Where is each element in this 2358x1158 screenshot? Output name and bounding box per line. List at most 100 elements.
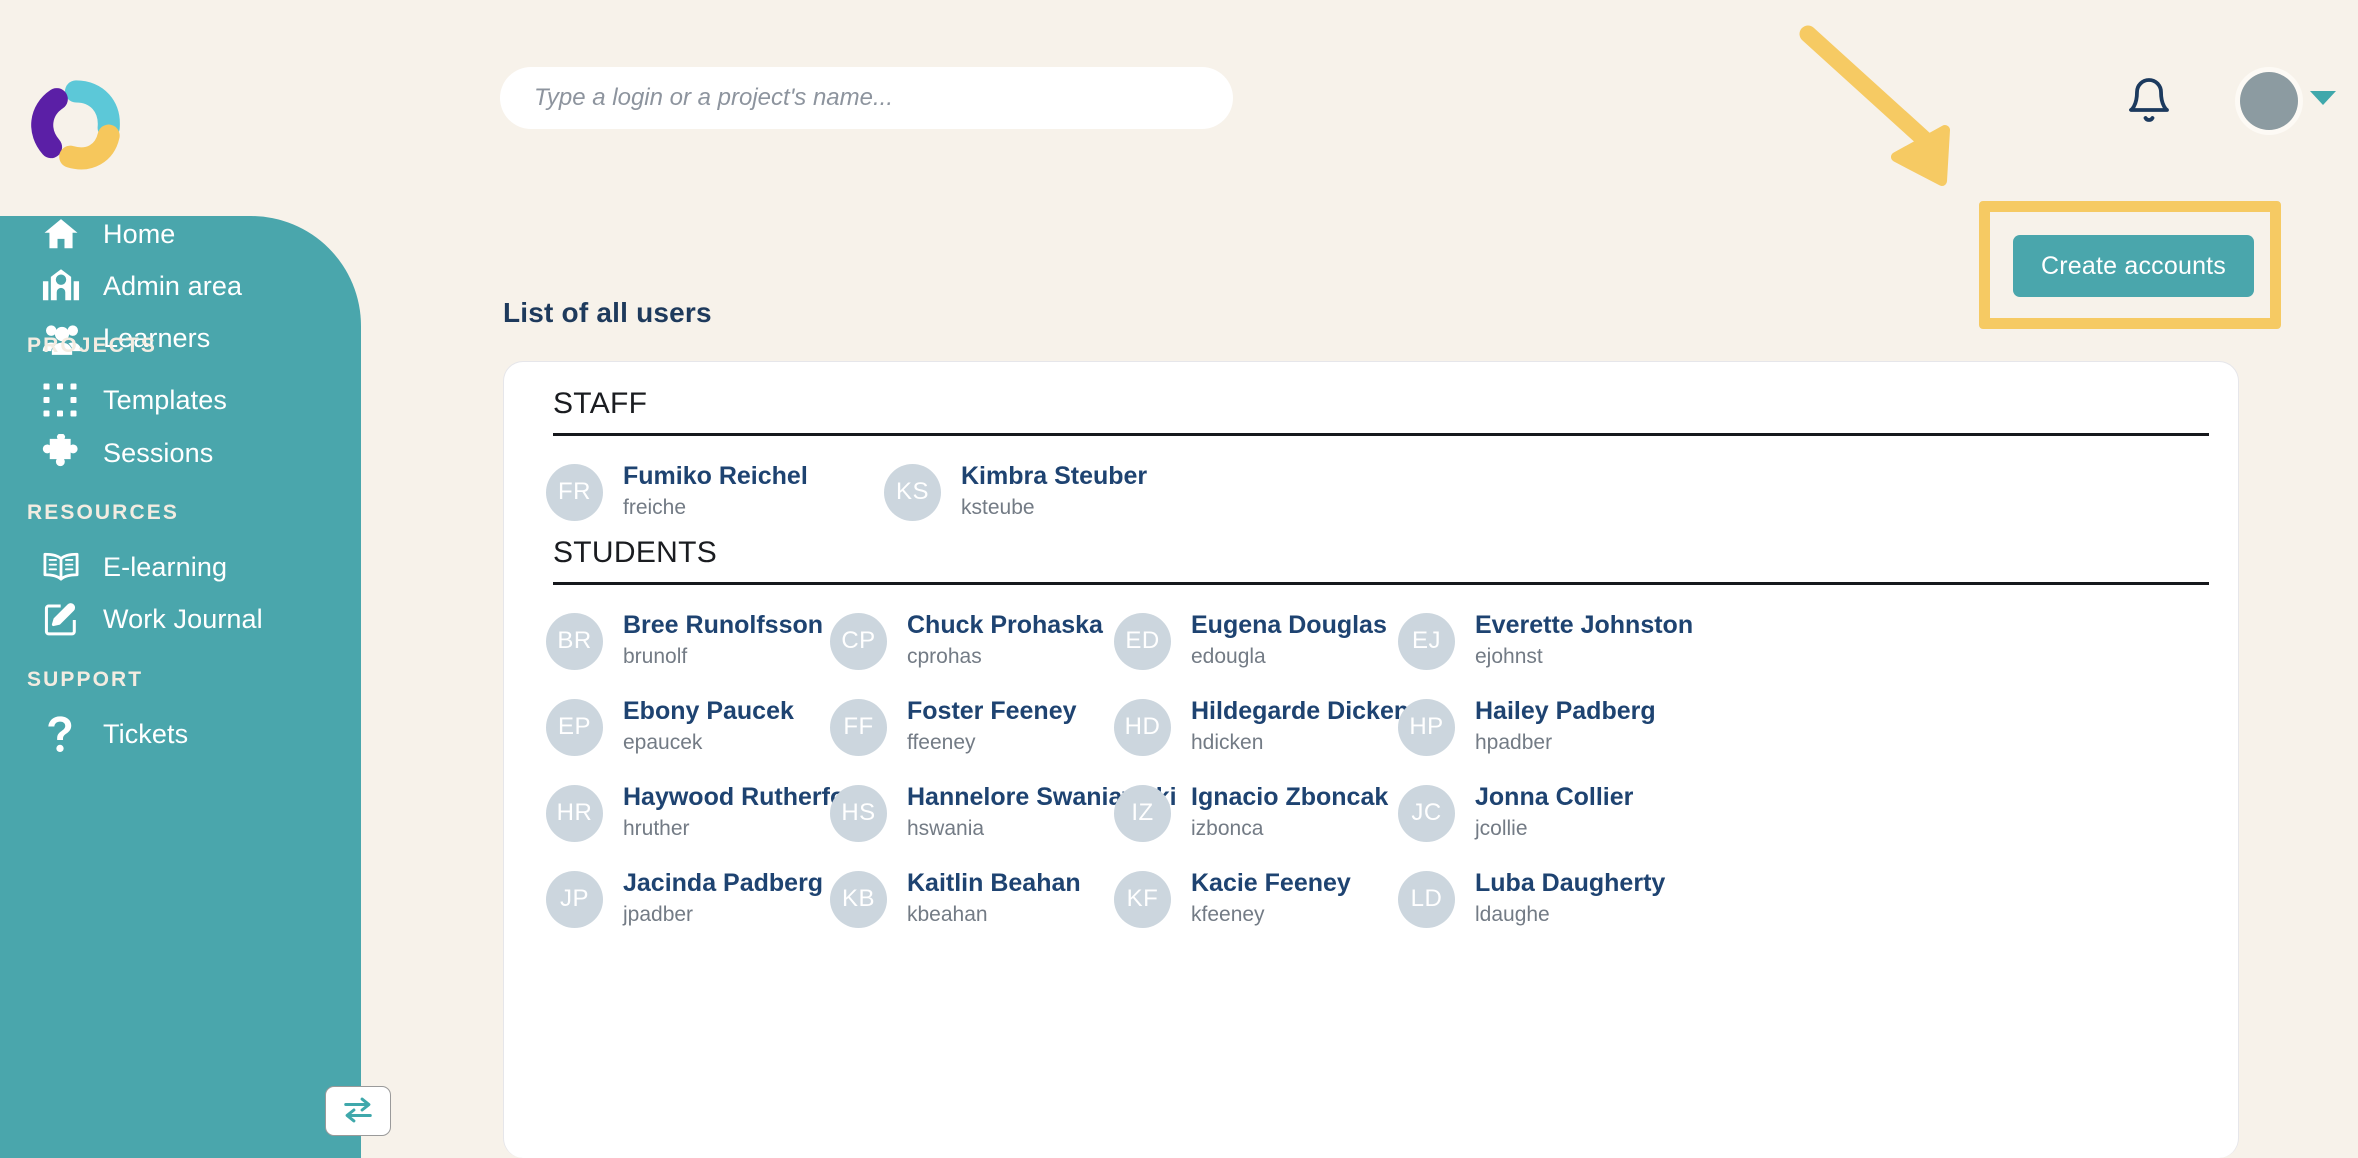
user-login: edougla (1191, 643, 1387, 671)
user-grid-students: BRBree RunolfssonbrunolfCPChuck Prohaska… (546, 598, 1682, 942)
sidebar-item-label: E-learning (103, 552, 227, 583)
user-avatar-initials: HD (1114, 699, 1171, 756)
user-list-item[interactable]: IZ Ignacio Zboncakizbonca (1114, 770, 1398, 856)
user-info: Ignacio Zboncakizbonca (1191, 783, 1388, 844)
user-name: Hailey Padberg (1475, 697, 1656, 727)
user-list-item[interactable]: EP Ebony Paucekepaucek (546, 684, 830, 770)
section-heading-students: STUDENTS (553, 536, 2209, 585)
user-list-item[interactable]: EJEverette Johnstonejohnst (1398, 598, 1682, 684)
user-avatar-initials: KF (1114, 871, 1171, 928)
user-avatar-initials: LD (1398, 871, 1455, 928)
sidebar-item-label: Sessions (103, 438, 213, 469)
sidebar-section-resources: RESOURCES (0, 501, 179, 525)
user-list-item[interactable]: HSHannelore Swaniawskihswania (830, 770, 1114, 856)
user-login: ksteube (961, 494, 1147, 522)
app-root: Create accounts HomeAdmin areaLearnersPR… (0, 0, 2358, 1158)
user-name: Jonna Collier (1475, 783, 1633, 813)
user-name: Bree Runolfsson (623, 611, 823, 641)
search-input[interactable] (500, 67, 1233, 129)
user-info: Jonna Collierjcollie (1475, 783, 1633, 844)
user-avatar-initials: IZ (1114, 785, 1171, 842)
user-avatar-initials: KB (830, 871, 887, 928)
sidebar: HomeAdmin areaLearnersPROJECTSTemplatesS… (0, 216, 361, 1158)
user-name: Foster Feeney (907, 697, 1077, 727)
user-login: izbonca (1191, 815, 1388, 843)
user-name: Luba Daugherty (1475, 869, 1665, 899)
user-info: Kacie Feeneykfeeney (1191, 869, 1351, 930)
user-list-item[interactable]: HRHaywood Rutherfordhruther (546, 770, 830, 856)
user-list-item[interactable]: KBKaitlin Beahankbeahan (830, 856, 1114, 942)
user-avatar-initials: HS (830, 785, 887, 842)
user-list-item[interactable]: KF Kacie Feeneykfeeney (1114, 856, 1398, 942)
user-login: freiche (623, 494, 808, 522)
pencil-note-icon (42, 597, 90, 641)
collapse-sidebar-button[interactable] (325, 1086, 391, 1136)
sidebar-item-label: Home (103, 219, 175, 250)
user-list-item[interactable]: LD Luba Daughertyldaughe (1398, 856, 1682, 942)
chevron-down-icon[interactable] (2310, 91, 2336, 105)
app-logo[interactable] (28, 78, 124, 174)
user-avatar-initials: KS (884, 464, 941, 521)
notifications-button[interactable] (2125, 76, 2173, 124)
sidebar-item-home[interactable]: Home (0, 206, 175, 262)
user-name: Kimbra Steuber (961, 462, 1147, 492)
user-info: Ebony Paucekepaucek (623, 697, 794, 758)
sidebar-item-templates[interactable]: Templates (0, 372, 227, 428)
sidebar-item-label: Admin area (103, 271, 242, 302)
user-list-item[interactable]: FF Foster Feeneyffeeney (830, 684, 1114, 770)
user-info: Fumiko Reichelfreiche (623, 462, 808, 523)
user-name: Kaitlin Beahan (907, 869, 1081, 899)
bell-icon (2125, 112, 2173, 127)
sidebar-item-label: Tickets (103, 719, 188, 750)
user-info: Foster Feeneyffeeney (907, 697, 1077, 758)
sidebar-item-sessions[interactable]: Sessions (0, 425, 213, 481)
sidebar-item-label: Work Journal (103, 604, 263, 635)
user-list-item[interactable]: CPChuck Prohaskacprohas (830, 598, 1114, 684)
user-info: Everette Johnstonejohnst (1475, 611, 1693, 672)
user-avatar-initials: FR (546, 464, 603, 521)
user-login: brunolf (623, 643, 823, 671)
swap-arrows-icon (341, 1095, 375, 1128)
user-name: Eugena Douglas (1191, 611, 1387, 641)
user-login: jcollie (1475, 815, 1633, 843)
user-info: Hildegarde Dickenshdicken (1191, 697, 1423, 758)
user-list-item[interactable]: HP Hailey Padberghpadber (1398, 684, 1682, 770)
user-info: Eugena Douglasedougla (1191, 611, 1387, 672)
user-name: Kacie Feeney (1191, 869, 1351, 899)
create-accounts-button[interactable]: Create accounts (2013, 235, 2254, 297)
avatar[interactable] (2240, 72, 2298, 130)
sidebar-item-admin-area[interactable]: Admin area (0, 258, 242, 314)
user-login: hdicken (1191, 729, 1423, 757)
user-list-item[interactable]: JPJacinda Padbergjpadber (546, 856, 830, 942)
user-avatar-initials: EJ (1398, 613, 1455, 670)
user-info: Bree Runolfssonbrunolf (623, 611, 823, 672)
user-avatar-initials: EP (546, 699, 603, 756)
sidebar-item-label: Templates (103, 385, 227, 416)
user-list-item[interactable]: JC Jonna Collierjcollie (1398, 770, 1682, 856)
user-name: Everette Johnston (1475, 611, 1693, 641)
user-avatar-initials: FF (830, 699, 887, 756)
sidebar-item-work-journal[interactable]: Work Journal (0, 591, 263, 647)
user-login: kfeeney (1191, 901, 1351, 929)
user-login: hpadber (1475, 729, 1656, 757)
user-login: ldaughe (1475, 901, 1665, 929)
puzzle-piece-icon (42, 431, 90, 475)
user-list-item[interactable]: HDHildegarde Dickenshdicken (1114, 684, 1398, 770)
user-avatar-initials: JC (1398, 785, 1455, 842)
user-list-item[interactable]: KS Kimbra Steuberksteube (884, 449, 1222, 535)
page-title: List of all users (503, 297, 712, 329)
question-mark-icon (42, 712, 90, 756)
sidebar-item-tickets[interactable]: Tickets (0, 706, 188, 762)
user-info: Hailey Padberghpadber (1475, 697, 1656, 758)
user-login: jpadber (623, 901, 823, 929)
user-name: Hildegarde Dickens (1191, 697, 1423, 727)
user-avatar-initials: HP (1398, 699, 1455, 756)
user-list-item[interactable]: BRBree Runolfssonbrunolf (546, 598, 830, 684)
user-avatar-initials: CP (830, 613, 887, 670)
user-list-item[interactable]: EDEugena Douglasedougla (1114, 598, 1398, 684)
user-login: ffeeney (907, 729, 1077, 757)
sidebar-item-e-learning[interactable]: E-learning (0, 539, 227, 595)
user-list-item[interactable]: FR Fumiko Reichelfreiche (546, 449, 884, 535)
user-name: Fumiko Reichel (623, 462, 808, 492)
pointer-arrow-icon (1790, 18, 1980, 193)
